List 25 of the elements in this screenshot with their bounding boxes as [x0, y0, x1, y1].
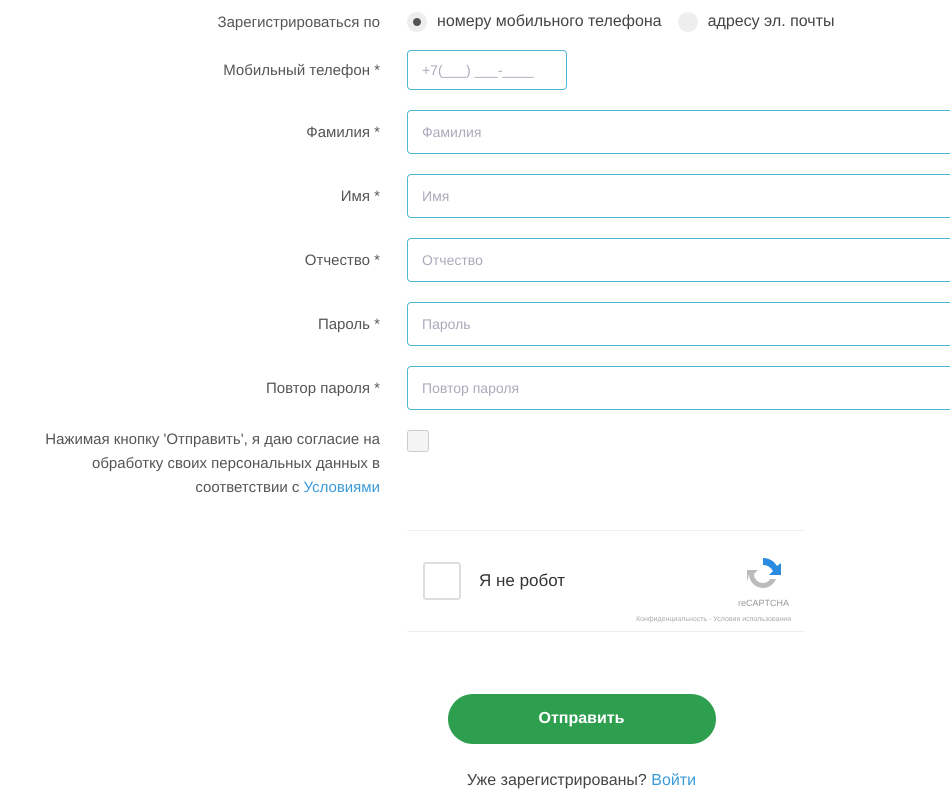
field-label: Отчество *: [304, 252, 380, 268]
input-field[interactable]: +7(___) ___-____: [407, 50, 567, 90]
field-label: Зарегистрироваться по: [216, 14, 380, 30]
radio-button[interactable]: [407, 12, 427, 32]
input-field[interactable]: Отчество: [407, 238, 950, 282]
consent-text: Нажимая кнопку 'Отправить', я даю согласие на обработку своих персональных данных в соответствии с Условиями: [44, 430, 380, 498]
field-label: Имя *: [340, 188, 380, 204]
input-field[interactable]: Имя: [407, 174, 950, 218]
input-field[interactable]: Повтор пароля: [407, 366, 950, 410]
field-label: Пароль *: [316, 316, 380, 332]
radio-label: адресу эл. почты: [708, 13, 834, 31]
login-link[interactable]: Войти: [651, 772, 696, 789]
submit-button[interactable]: Отправить: [448, 694, 716, 744]
captcha-brand: reCAPTCHA: [738, 598, 789, 608]
radio-label: номеру мобильного телефона: [437, 13, 662, 31]
captcha-label: Я не робот: [479, 571, 566, 591]
input-field[interactable]: Пароль: [407, 302, 950, 346]
field-label: Повтор пароля *: [264, 380, 380, 396]
login-prompt: Уже зарегистрированы? Войти: [466, 772, 696, 790]
input-field[interactable]: Фамилия: [407, 110, 950, 154]
field-label: Мобильный телефон *: [222, 62, 380, 78]
checkbox[interactable]: [423, 562, 461, 600]
checkbox[interactable]: [407, 430, 429, 452]
terms-link[interactable]: Условиями: [304, 479, 380, 496]
field-label: Фамилия *: [305, 124, 380, 140]
